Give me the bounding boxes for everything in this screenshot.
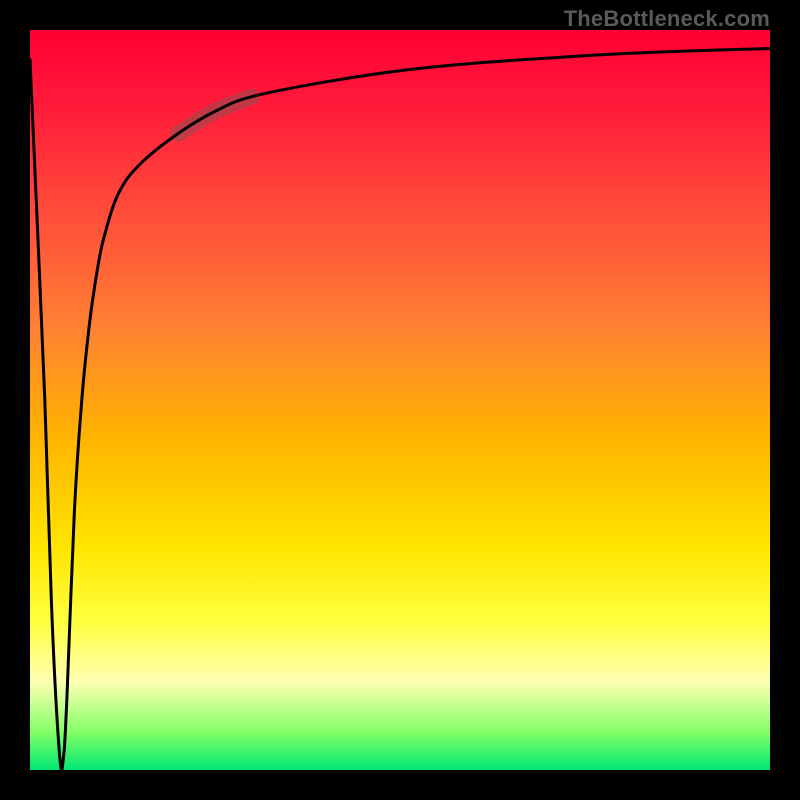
chart-stage: TheBottleneck.com	[0, 0, 800, 800]
bottleneck-curve	[30, 49, 770, 771]
highlight-segment	[178, 97, 252, 134]
chart-svg	[30, 30, 770, 770]
attribution-text: TheBottleneck.com	[564, 6, 770, 32]
